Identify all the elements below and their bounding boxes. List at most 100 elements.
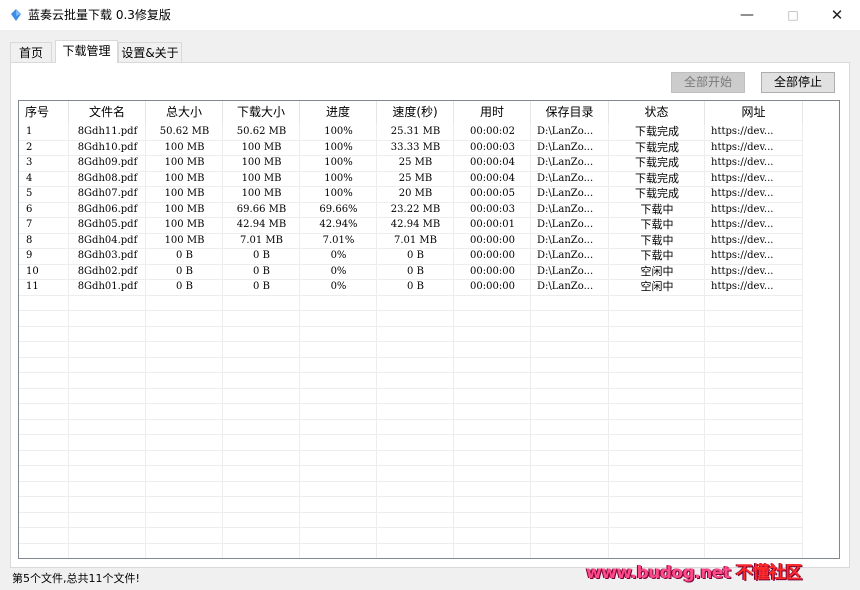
header-col-total-size[interactable]: 总大小 bbox=[146, 101, 223, 124]
cell-downloaded-size: 7.01 MB bbox=[239, 235, 284, 246]
grid-line bbox=[19, 326, 803, 327]
cell-elapsed: 00:00:00 bbox=[470, 235, 515, 246]
cell-status: 下载中 bbox=[640, 249, 674, 262]
cell-total-size: 50.62 MB bbox=[159, 126, 210, 137]
cell-progress: 100% bbox=[324, 157, 353, 168]
header-col-filename[interactable]: 文件名 bbox=[69, 101, 146, 124]
cell-status: 空闲中 bbox=[640, 280, 674, 293]
cell-index: 3 bbox=[26, 157, 33, 168]
cell-total-size: 0 B bbox=[176, 250, 193, 261]
cell-filename: 8Gdh10.pdf bbox=[77, 142, 138, 153]
cell-index: 6 bbox=[26, 204, 33, 215]
cell-elapsed: 00:00:01 bbox=[470, 219, 515, 230]
cell-status: 下载完成 bbox=[635, 187, 679, 200]
cell-index: 8 bbox=[26, 235, 33, 246]
table-row[interactable]: 5 8Gdh07.pdf 100 MB 100 MB 100% 20 MB 00:00:05… bbox=[19, 186, 803, 201]
header-col-downloaded-size[interactable]: 下载大小 bbox=[223, 101, 300, 124]
status-text: 第5个文件,总共11个文件! bbox=[12, 572, 140, 585]
header-col-elapsed[interactable]: 用时 bbox=[454, 101, 531, 124]
cell-filename: 8Gdh04.pdf bbox=[77, 235, 138, 246]
cell-filename: 8Gdh02.pdf bbox=[77, 266, 138, 277]
cell-total-size: 100 MB bbox=[164, 235, 205, 246]
cell-filename: 8Gdh03.pdf bbox=[77, 250, 138, 261]
cell-speed: 0 B bbox=[407, 250, 424, 261]
cell-total-size: 100 MB bbox=[164, 204, 205, 215]
cell-progress: 100% bbox=[324, 142, 353, 153]
grid-line bbox=[19, 481, 803, 482]
cell-save-dir: D:\LanZo... bbox=[537, 219, 594, 230]
grid-line bbox=[19, 403, 803, 404]
start-all-button[interactable]: 全部开始 bbox=[671, 72, 745, 93]
header-col-speed[interactable]: 速度(秒) bbox=[377, 101, 454, 124]
cell-save-dir: D:\LanZo... bbox=[537, 281, 594, 292]
header-col-index[interactable]: 序号 bbox=[19, 101, 69, 124]
header-col-progress[interactable]: 进度 bbox=[300, 101, 377, 124]
cell-index: 4 bbox=[26, 173, 33, 184]
grid-line bbox=[19, 512, 803, 513]
maximize-button[interactable]: □ bbox=[770, 0, 816, 30]
table-row[interactable]: 9 8Gdh03.pdf 0 B 0 B 0% 0 B 00:00:00 D:\LanZo..… bbox=[19, 248, 803, 263]
header-col-url[interactable]: 网址 bbox=[705, 101, 803, 124]
cell-filename: 8Gdh05.pdf bbox=[77, 219, 138, 230]
cell-speed: 20 MB bbox=[398, 188, 433, 199]
table-row[interactable]: 10 8Gdh02.pdf 0 B 0 B 0% 0 B 00:00:00 D:\LanZo.… bbox=[19, 264, 803, 279]
grid-line bbox=[19, 341, 803, 342]
table-row[interactable]: 11 8Gdh01.pdf 0 B 0 B 0% 0 B 00:00:00 D:\LanZo.… bbox=[19, 279, 803, 294]
title-bar: 蓝奏云批量下载 0.3修复版 — □ ✕ bbox=[0, 0, 860, 30]
cell-total-size: 100 MB bbox=[164, 157, 205, 168]
cell-progress: 100% bbox=[324, 173, 353, 184]
cell-progress: 42.94% bbox=[319, 219, 358, 230]
cell-elapsed: 00:00:04 bbox=[470, 157, 515, 168]
table-row[interactable]: 1 8Gdh11.pdf 50.62 MB 50.62 MB 100% 25.31 MB 0… bbox=[19, 124, 803, 139]
cell-progress: 7.01% bbox=[322, 235, 355, 246]
table-row[interactable]: 3 8Gdh09.pdf 100 MB 100 MB 100% 25 MB 00:00:04… bbox=[19, 155, 803, 170]
cell-total-size: 100 MB bbox=[164, 142, 205, 153]
stop-all-button[interactable]: 全部停止 bbox=[761, 72, 835, 93]
cell-elapsed: 00:00:04 bbox=[470, 173, 515, 184]
table-row[interactable]: 6 8Gdh06.pdf 100 MB 69.66 MB 69.66% 23.22 MB 0… bbox=[19, 202, 803, 217]
download-list[interactable]: 序号 文件名 总大小 下载大小 进度 速度(秒) 用时 保存目录 状态 网址 1 8Gdh11.pd… bbox=[18, 100, 840, 559]
header-col-status[interactable]: 状态 bbox=[609, 101, 705, 124]
cell-index: 2 bbox=[26, 142, 33, 153]
cell-elapsed: 00:00:03 bbox=[470, 142, 515, 153]
table-row[interactable]: 4 8Gdh08.pdf 100 MB 100 MB 100% 25 MB 00:00:04… bbox=[19, 171, 803, 186]
cell-downloaded-size: 0 B bbox=[253, 250, 270, 261]
cell-downloaded-size: 0 B bbox=[253, 266, 270, 277]
app-logo-icon bbox=[11, 9, 21, 21]
table-row[interactable]: 8 8Gdh04.pdf 100 MB 7.01 MB 7.01% 7.01 MB 00:0… bbox=[19, 233, 803, 248]
cell-elapsed: 00:00:00 bbox=[470, 250, 515, 261]
cell-url: https://dev... bbox=[711, 142, 774, 153]
grid-line bbox=[19, 465, 803, 466]
cell-speed: 25 MB bbox=[398, 173, 433, 184]
cell-url: https://dev... bbox=[711, 281, 774, 292]
cell-downloaded-size: 100 MB bbox=[241, 173, 282, 184]
grid-line bbox=[19, 450, 803, 451]
cell-status: 下载中 bbox=[640, 234, 674, 247]
cell-downloaded-size: 69.66 MB bbox=[236, 204, 287, 215]
tab-download-manager[interactable]: 下载管理 bbox=[55, 40, 118, 63]
cell-status: 下载完成 bbox=[635, 125, 679, 138]
cell-url: https://dev... bbox=[711, 126, 774, 137]
cell-progress: 100% bbox=[324, 188, 353, 199]
cell-elapsed: 00:00:05 bbox=[470, 188, 515, 199]
header-col-save-dir[interactable]: 保存目录 bbox=[531, 101, 609, 124]
cell-filename: 8Gdh08.pdf bbox=[77, 173, 138, 184]
tab-home[interactable]: 首页 bbox=[10, 42, 52, 62]
cell-save-dir: D:\LanZo... bbox=[537, 157, 594, 168]
cell-url: https://dev... bbox=[711, 219, 774, 230]
grid-line bbox=[19, 434, 803, 435]
table-row[interactable]: 7 8Gdh05.pdf 100 MB 42.94 MB 42.94% 42.94 MB 0… bbox=[19, 217, 803, 232]
minimize-button[interactable]: — bbox=[724, 0, 770, 30]
table-row[interactable]: 2 8Gdh10.pdf 100 MB 100 MB 100% 33.33 MB 00:00… bbox=[19, 140, 803, 155]
cell-elapsed: 00:00:03 bbox=[470, 204, 515, 215]
cell-speed: 33.33 MB bbox=[390, 142, 441, 153]
cell-elapsed: 00:00:00 bbox=[470, 281, 515, 292]
cell-status: 下载完成 bbox=[635, 156, 679, 169]
tab-settings-about[interactable]: 设置&关于 bbox=[118, 42, 182, 62]
cell-save-dir: D:\LanZo... bbox=[537, 204, 594, 215]
cell-total-size: 100 MB bbox=[164, 219, 205, 230]
cell-index: 11 bbox=[26, 281, 39, 292]
cell-index: 9 bbox=[26, 250, 33, 261]
cell-save-dir: D:\LanZo... bbox=[537, 266, 594, 277]
close-button[interactable]: ✕ bbox=[814, 0, 860, 30]
